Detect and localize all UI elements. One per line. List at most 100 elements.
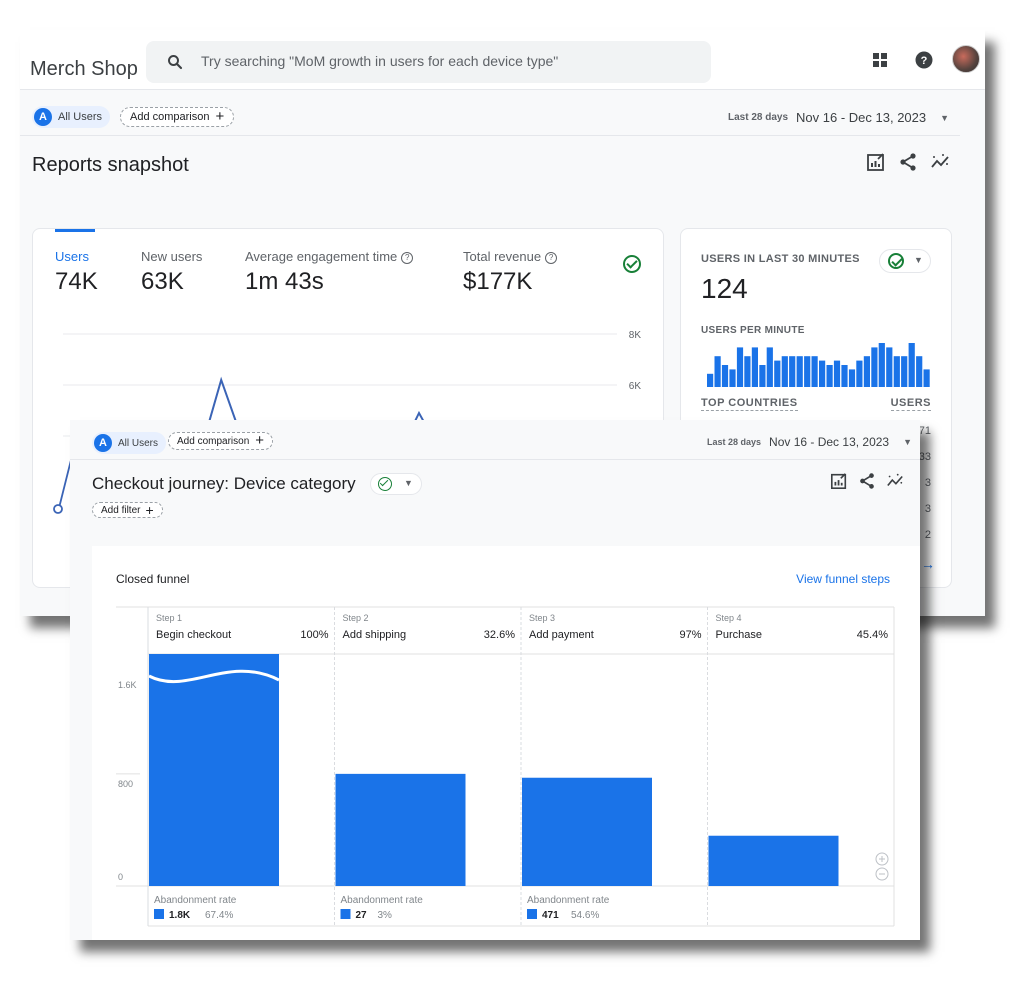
metric-value: 74K [55,268,98,295]
report-toolbar [830,472,904,490]
segment-label: All Users [58,111,103,123]
step-name: Add shipping [343,629,407,641]
caret-down-icon: ▼ [940,112,950,123]
y-tick-label: 1.6K [118,680,137,690]
per-minute-bar [744,356,751,387]
zoom-out-icon[interactable] [875,867,889,881]
metric-label: Users [55,249,89,264]
realtime-title: USERS IN LAST 30 MINUTES [701,253,860,265]
country-users-value: 33 [918,451,931,463]
per-minute-bar [721,365,729,387]
per-minute-bar [856,360,863,387]
caret-down-icon: ▼ [914,255,923,265]
add-comparison-label: Add comparison [130,111,210,123]
step-name: Purchase [716,629,762,641]
funnel-bar [708,835,839,886]
customize-report-icon[interactable] [830,472,848,490]
add-comparison-button[interactable]: Add comparison + [120,107,235,127]
y-tick-label: 800 [118,779,133,789]
report-status-chip[interactable]: ▼ [370,473,422,495]
zoom-in-icon[interactable] [875,852,889,866]
abandonment-label: Abandonment rate [527,895,610,906]
search-placeholder: Try searching "MoM growth in users for e… [201,53,559,69]
step-name: Begin checkout [156,629,231,641]
step-completion-rate: 32.6% [484,629,515,641]
per-minute-bar [751,347,758,387]
per-minute-bar [908,343,915,387]
per-minute-bar [714,356,721,387]
comparison-bar: A All Users Add comparison + Last 28 day… [20,90,960,136]
abandonment-label: Abandonment rate [341,895,424,906]
check-circle-icon[interactable] [623,255,641,273]
view-funnel-steps-link[interactable]: View funnel steps [796,572,890,586]
plus-icon: + [255,432,265,449]
caret-down-icon: ▼ [404,478,413,488]
segment-chip-all-users[interactable]: A All Users [92,432,167,454]
abandonment-count: 471 [542,910,559,921]
share-icon[interactable] [898,152,918,172]
per-minute-bar [811,356,818,387]
segment-badge: A [34,108,52,126]
metric-new-users[interactable]: New users 63K [141,249,202,296]
step-number: Step 2 [343,613,369,623]
abandonment-rate: 54.6% [571,910,599,921]
segment-chip-all-users[interactable]: A All Users [32,106,111,128]
date-range-picker[interactable]: Last 28 days Nov 16 - Dec 13, 2023 ▼ [707,435,912,449]
apps-grid-icon[interactable] [872,52,888,68]
add-filter-button[interactable]: Add filter + [92,502,163,518]
funnel-bar [522,777,652,886]
insights-icon[interactable] [930,152,950,172]
help-icon[interactable]: ? [915,51,933,69]
users-header[interactable]: USERS [890,397,931,411]
per-minute-bar [901,356,908,387]
date-range-picker[interactable]: Last 28 days Nov 16 - Dec 13, 2023 ▼ [728,110,949,125]
top-app-bar: Merch Shop Try searching "MoM growth in … [20,30,985,90]
metric-avg-engagement-time[interactable]: Average engagement time? 1m 43s [245,249,414,296]
customize-report-icon[interactable] [866,152,886,172]
per-minute-bar [833,360,841,387]
comparison-bar: A All Users Add comparison + Last 28 day… [70,420,920,460]
plus-icon: + [215,108,225,125]
per-minute-bar [796,356,803,387]
per-minute-bar [871,347,878,387]
arrow-right-icon[interactable]: → [921,556,935,572]
search-icon [168,55,183,70]
metric-total-revenue[interactable]: Total revenue? $177K [463,249,558,296]
add-comparison-button[interactable]: Add comparison + [168,432,274,450]
y-tick-label: 6K [629,381,642,392]
help-circle-icon[interactable]: ? [545,252,558,264]
abandonment-count: 1.8K [169,910,191,921]
per-minute-bar [707,373,714,387]
per-minute-bar [781,356,788,387]
per-minute-bar [878,343,885,387]
top-countries-header[interactable]: TOP COUNTRIES [701,397,798,411]
segment-badge: A [94,434,112,452]
funnel-bar [149,654,279,886]
per-minute-bar [766,347,773,387]
funnel-card: 0 800 1.6K Step 1 Begin checkout 100% Abandonm… [92,546,920,940]
segment-label: All Users [118,437,159,449]
help-circle-icon[interactable]: ? [401,252,414,264]
metric-users[interactable]: Users 74K [55,249,98,296]
date-range-label: Last 28 days [728,112,789,123]
check-circle-icon [378,477,392,491]
per-minute-bar [819,360,826,387]
check-circle-icon [888,253,904,269]
y-tick-label: 8K [629,330,642,341]
share-icon[interactable] [858,472,876,490]
per-minute-bar [729,369,736,387]
step-name: Add payment [529,629,594,641]
date-range-label: Last 28 days [707,437,762,447]
funnel-title: Closed funnel [116,572,190,586]
per-minute-bar [863,356,870,387]
per-minute-bar [841,365,848,387]
add-comparison-label: Add comparison [177,435,250,447]
avatar[interactable] [952,45,980,73]
per-minute-bar [736,347,744,387]
search-input[interactable]: Try searching "MoM growth in users for e… [146,41,711,83]
abandonment-rate: 3% [378,910,393,921]
realtime-status-chip[interactable]: ▼ [879,249,931,273]
metric-label: Average engagement time [245,249,398,264]
property-name[interactable]: Merch Shop [30,58,138,81]
insights-icon[interactable] [886,472,904,490]
